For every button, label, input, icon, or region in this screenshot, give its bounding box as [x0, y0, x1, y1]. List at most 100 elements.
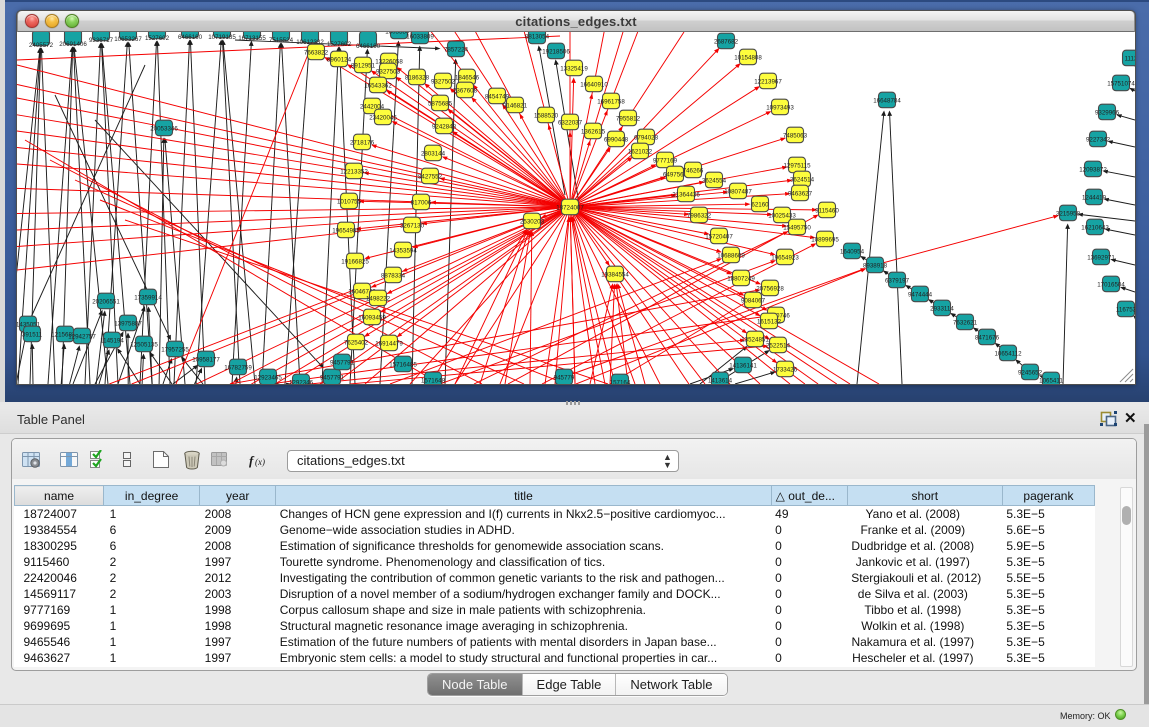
svg-text:9227342: 9227342 — [1086, 136, 1111, 143]
svg-text:7625402: 7625402 — [344, 339, 369, 346]
svg-text:2405572: 2405572 — [29, 42, 54, 49]
svg-text:7955812: 7955812 — [616, 115, 641, 122]
svg-text:9245652: 9245652 — [1018, 369, 1043, 376]
svg-text:10654112: 10654112 — [994, 350, 1022, 357]
svg-text:6990448: 6990448 — [604, 136, 629, 143]
svg-text:20756928: 20756928 — [756, 285, 784, 292]
svg-text:1112: 1112 — [1125, 55, 1135, 62]
svg-text:7515524: 7515524 — [269, 37, 294, 44]
svg-text:18724007: 18724007 — [556, 204, 584, 211]
svg-text:9327502: 9327502 — [431, 78, 456, 85]
svg-text:8912951: 8912951 — [351, 62, 376, 69]
svg-text:7632621: 7632621 — [953, 319, 978, 326]
svg-text:17359914: 17359914 — [134, 294, 162, 301]
svg-text:10653267: 10653267 — [114, 36, 142, 43]
svg-text:391511: 391511 — [22, 331, 43, 338]
svg-text:13692971: 13692971 — [1087, 254, 1115, 261]
svg-text:1615132: 1615132 — [757, 318, 782, 325]
svg-text:16782759: 16782759 — [224, 364, 252, 371]
svg-text:1413614: 1413614 — [708, 377, 733, 384]
svg-text:2718176: 2718176 — [350, 139, 375, 146]
svg-text:16033809: 16033809 — [406, 33, 434, 40]
svg-text:1846546: 1846546 — [455, 74, 480, 81]
svg-text:9242848: 9242848 — [432, 123, 457, 130]
svg-text:2933114: 2933114 — [930, 305, 954, 312]
svg-text:3267130: 3267130 — [400, 222, 425, 229]
svg-text:6794028: 6794028 — [634, 134, 659, 141]
svg-text:16543362: 16543362 — [364, 82, 392, 89]
svg-text:6466160: 6466160 — [178, 34, 203, 41]
svg-text:1065411: 1065411 — [1039, 377, 1063, 384]
svg-text:17957255: 17957255 — [161, 346, 189, 353]
svg-text:10025433: 10025433 — [768, 212, 796, 219]
svg-text:1362615: 1362615 — [581, 128, 606, 135]
svg-text:10958177: 10958177 — [192, 356, 220, 363]
svg-text:19654985: 19654985 — [332, 227, 360, 234]
svg-text:9336717: 9336717 — [89, 37, 114, 44]
svg-text:12923465: 12923465 — [254, 374, 282, 381]
svg-text:1010755: 1010755 — [337, 198, 362, 205]
svg-text:8186328: 8186328 — [405, 74, 430, 81]
svg-text:10807487: 10807487 — [724, 188, 752, 195]
svg-text:16961758: 16961758 — [597, 98, 625, 105]
svg-text:3624514: 3624514 — [790, 176, 815, 183]
svg-text:116753: 116753 — [1116, 306, 1135, 313]
svg-text:7857224: 7857224 — [444, 46, 469, 53]
svg-text:15751074: 15751074 — [1107, 80, 1135, 87]
svg-text:9084067: 9084067 — [741, 297, 766, 304]
svg-text:7485063: 7485063 — [783, 132, 808, 139]
svg-text:12942757: 12942757 — [68, 333, 96, 340]
svg-text:3215958: 3215958 — [1056, 210, 1081, 217]
svg-text:12505135: 12505135 — [130, 341, 158, 348]
svg-text:2522514: 2522514 — [766, 342, 791, 349]
svg-text:16210643: 16210643 — [1081, 224, 1109, 231]
svg-text:1244419: 1244419 — [1082, 194, 1107, 201]
svg-text:14353594: 14353594 — [389, 247, 417, 254]
svg-text:16914479: 16914479 — [375, 340, 403, 347]
svg-text:9115460: 9115460 — [815, 207, 839, 214]
svg-text:20053346: 20053346 — [150, 125, 178, 132]
svg-text:1588520: 1588520 — [534, 112, 559, 119]
svg-text:9457791: 9457791 — [330, 359, 355, 366]
svg-text:62160: 62160 — [751, 201, 769, 208]
svg-text:16648784: 16648784 — [873, 97, 901, 104]
svg-text:8938918: 8938918 — [863, 262, 888, 269]
svg-text:12213967: 12213967 — [754, 78, 782, 85]
svg-text:16640910: 16640910 — [580, 81, 608, 88]
svg-text:746266: 746266 — [683, 167, 704, 174]
svg-text:12975115: 12975115 — [783, 162, 811, 169]
svg-text:1292346: 1292346 — [289, 379, 314, 384]
svg-text:6379197: 6379197 — [885, 277, 910, 284]
svg-text:18807249: 18807249 — [727, 275, 755, 282]
svg-text:6322037: 6322037 — [558, 119, 583, 126]
svg-text:9777169: 9777169 — [653, 157, 678, 164]
svg-text:817006: 817006 — [411, 199, 432, 206]
svg-text:8454749: 8454749 — [485, 93, 510, 100]
svg-text:13975887: 13975887 — [114, 320, 142, 327]
svg-text:8471676: 8471676 — [975, 334, 1000, 341]
svg-text:1733426: 1733426 — [773, 366, 798, 373]
svg-text:1527602: 1527602 — [145, 35, 170, 42]
svg-text:13325419: 13325419 — [560, 65, 588, 72]
svg-text:3624554: 3624554 — [702, 177, 727, 184]
svg-text:12213352: 12213352 — [340, 168, 368, 175]
svg-text:10973493: 10973493 — [766, 104, 794, 111]
svg-text:9329966: 9329966 — [1095, 109, 1120, 116]
svg-text:23420046: 23420046 — [369, 114, 397, 121]
svg-text:2367608: 2367608 — [453, 87, 478, 94]
svg-text:19166825: 19166825 — [341, 258, 369, 265]
svg-text:2687682: 2687682 — [714, 38, 739, 45]
svg-text:9463627: 9463627 — [788, 190, 813, 197]
svg-text:7986322: 7986322 — [687, 212, 712, 219]
svg-text:10688609: 10688609 — [717, 252, 745, 259]
svg-text:19218506: 19218506 — [542, 48, 570, 55]
svg-text:8427552: 8427552 — [418, 173, 443, 180]
svg-text:1527602: 1527602 — [327, 41, 352, 48]
svg-text:21364436: 21364436 — [672, 191, 700, 198]
svg-text:15495750: 15495750 — [783, 224, 811, 231]
svg-text:19384554: 19384554 — [601, 271, 629, 278]
svg-text:20206551: 20206551 — [92, 298, 120, 305]
svg-text:6466160: 6466160 — [356, 43, 381, 50]
svg-text:157164: 157164 — [610, 379, 631, 384]
svg-text:16713155: 16713155 — [238, 35, 266, 42]
